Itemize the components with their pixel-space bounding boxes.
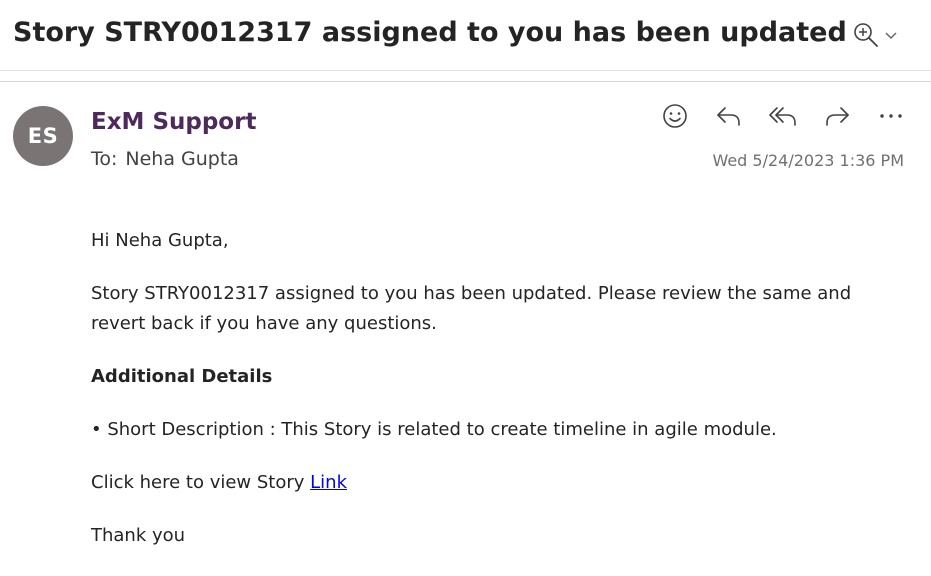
avatar[interactable]: ES [13,106,73,166]
message-actions [656,100,910,136]
chevron-down-icon [884,28,898,42]
avatar-initials: ES [27,124,59,148]
details-heading: Additional Details [91,366,273,387]
emoji-react-button[interactable] [656,100,694,136]
forward-button[interactable] [818,100,856,136]
more-options-icon [877,102,905,134]
emoji-react-icon [661,102,689,134]
closing: Thank you [91,525,186,546]
link-line: Click here to view Story Link [91,468,911,498]
sender-name[interactable]: ExM Support [91,109,256,135]
reply-all-button[interactable] [764,100,802,136]
email-reading-pane: Story STRY0012317 assigned to you has be… [0,0,931,576]
reply-button[interactable] [710,100,748,136]
link-prefix: Click here to view Story [91,472,311,493]
story-link[interactable]: Link [310,472,347,493]
reply-all-icon [768,102,798,134]
zoom-button[interactable] [852,18,908,52]
forward-icon [823,102,851,134]
reply-icon [715,102,743,134]
recipient-line: To: Neha Gupta [91,148,239,170]
email-subject: Story STRY0012317 assigned to you has be… [13,17,847,48]
more-options-button[interactable] [872,100,910,136]
email-body: Hi Neha Gupta, Story STRY0012317 assigne… [91,226,911,574]
header-divider [0,81,931,82]
sent-timestamp: Wed 5/24/2023 1:36 PM [712,151,904,170]
to-label: To: [91,148,118,170]
zoom-in-icon [852,21,880,49]
recipient-name[interactable]: Neha Gupta [125,148,239,170]
message-text: Story STRY0012317 assigned to you has be… [91,283,852,334]
subject-header: Story STRY0012317 assigned to you has be… [0,0,931,71]
detail-item: • Short Description : This Story is rela… [91,419,777,440]
greeting: Hi Neha Gupta, [91,230,229,251]
